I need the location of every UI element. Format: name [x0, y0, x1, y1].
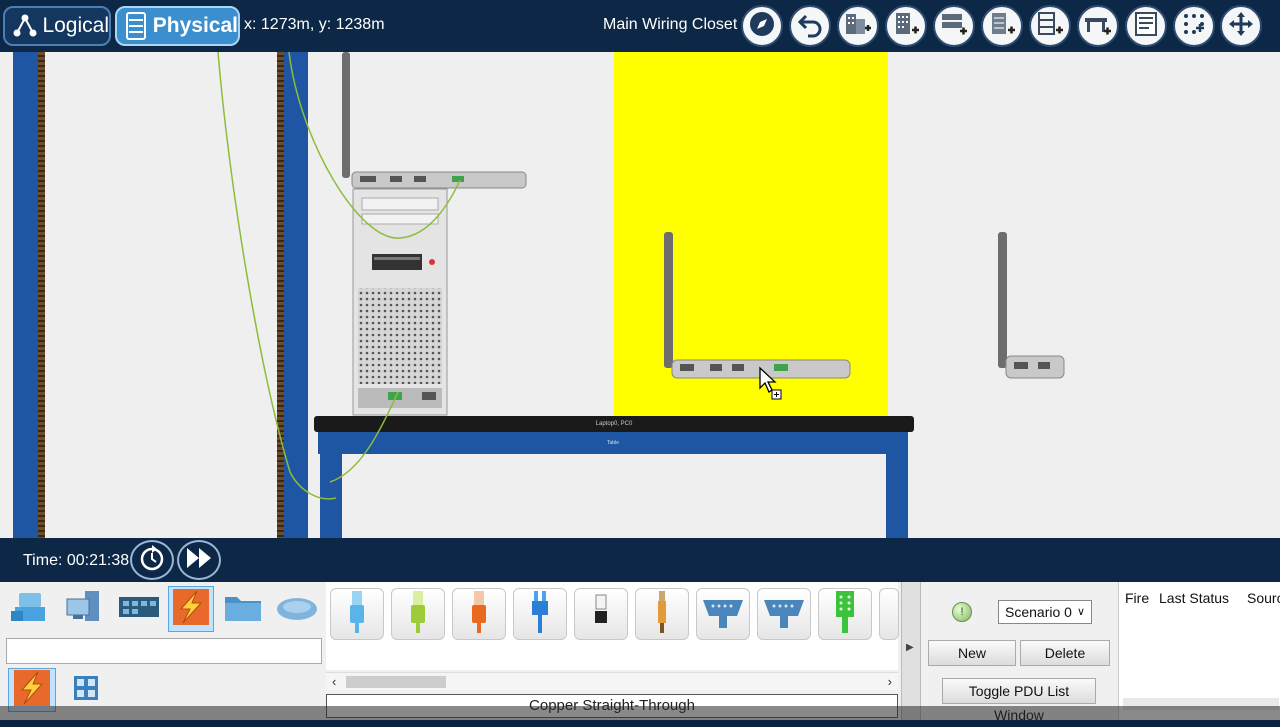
- category-multiuser[interactable]: [274, 586, 320, 632]
- new-city-icon: [891, 10, 921, 43]
- simulation-time: Time: 00:21:38: [23, 552, 130, 569]
- scenario-panel: ! Scenario 0 ∨ New Delete Toggle PDU Lis…: [922, 582, 1118, 723]
- reset-timer-icon: [137, 543, 167, 578]
- inventory-icon: [1132, 10, 1160, 43]
- cable-lines: [217, 52, 461, 500]
- cloud-icon: [275, 587, 319, 632]
- grid-icon: [1180, 10, 1208, 43]
- end-devices-icon: [63, 587, 107, 632]
- console-cable-icon: [347, 589, 367, 640]
- grid-squares-icon: [71, 673, 101, 708]
- cable-usb[interactable]: [879, 588, 899, 640]
- physical-label: Physical: [152, 14, 238, 37]
- folder-icon: [221, 587, 265, 632]
- device-panel: ‹ › Copper Straight-Through ▶ ! Scenario…: [0, 582, 1280, 723]
- column-source[interactable]: Source: [1247, 590, 1280, 606]
- new-table-icon: [1083, 10, 1113, 43]
- physical-rack-icon: [123, 12, 149, 40]
- scenario-value: Scenario 0: [1005, 604, 1072, 620]
- back-button[interactable]: [789, 5, 831, 47]
- scroll-left-icon[interactable]: ‹: [332, 673, 336, 691]
- new-shelf-button[interactable]: [1029, 5, 1071, 47]
- new-building-icon: [843, 10, 873, 43]
- cable-console[interactable]: [330, 588, 384, 640]
- new-shelf-icon: [1035, 10, 1065, 43]
- cursor-coordinates: x: 1273m, y: 1238m: [244, 16, 385, 33]
- video-controls-bar: [0, 706, 1280, 720]
- new-scenario-button[interactable]: New: [928, 640, 1016, 666]
- cross-over-cable-icon: [469, 589, 489, 640]
- new-rack-button[interactable]: [933, 5, 975, 47]
- components-icon: [117, 587, 161, 632]
- physical-workspace[interactable]: Laptop0, PC0 Table: [0, 52, 1280, 538]
- new-closet-button[interactable]: [981, 5, 1023, 47]
- grid-button[interactable]: [1173, 5, 1215, 47]
- mouse-cursor-icon: [758, 366, 788, 407]
- octal-cable-icon: [830, 589, 860, 640]
- delete-scenario-button[interactable]: Delete: [1020, 640, 1110, 666]
- serial-dce-cable-icon: [701, 592, 745, 637]
- move-button[interactable]: [1220, 5, 1262, 47]
- navigation-icon: [748, 10, 776, 43]
- serial-dte-cable-icon: [762, 592, 806, 637]
- category-connections[interactable]: [168, 586, 214, 632]
- category-network-devices[interactable]: [8, 586, 54, 632]
- column-fire[interactable]: Fire: [1125, 590, 1149, 606]
- cable-coaxial[interactable]: [635, 588, 689, 640]
- scrollbar-thumb[interactable]: [346, 676, 446, 688]
- phone-cable-icon: [591, 589, 611, 640]
- panel-splitter[interactable]: ▶: [901, 582, 921, 720]
- coaxial-cable-icon: [655, 589, 669, 640]
- logical-label: Logical: [42, 14, 109, 37]
- logical-view-button[interactable]: Logical: [3, 6, 111, 46]
- column-last-status[interactable]: Last Status: [1159, 590, 1229, 606]
- cable-copper-straight-through[interactable]: [391, 588, 445, 640]
- collapse-arrow-icon[interactable]: ▶: [906, 642, 914, 653]
- move-icon: [1227, 10, 1255, 43]
- cable-phone[interactable]: [574, 588, 628, 640]
- new-table-button[interactable]: [1077, 5, 1119, 47]
- category-end-devices[interactable]: [62, 586, 108, 632]
- physical-view-button[interactable]: Physical: [115, 6, 240, 46]
- network-devices-icon: [9, 587, 53, 632]
- pdu-status-icon: !: [952, 602, 972, 622]
- current-location: Main Wiring Closet: [603, 16, 738, 33]
- new-rack-icon: [939, 10, 969, 43]
- category-miscellaneous[interactable]: [220, 586, 266, 632]
- lightning-bolt-icon: [171, 587, 211, 632]
- cable-type-list: [326, 582, 899, 670]
- fast-forward-button[interactable]: [177, 540, 221, 580]
- scroll-right-icon[interactable]: ›: [888, 673, 892, 691]
- cable-fiber[interactable]: [513, 588, 567, 640]
- new-city-button[interactable]: [885, 5, 927, 47]
- cable-list-scrollbar[interactable]: ‹ ›: [326, 672, 898, 690]
- toggle-pdu-list-button[interactable]: Toggle PDU List Window: [942, 678, 1096, 723]
- power-cycle-button[interactable]: [130, 540, 174, 580]
- cable-copper-cross-over[interactable]: [452, 588, 506, 640]
- cable-octal[interactable]: [818, 588, 872, 640]
- pdu-list-table: Fire Last Status Source: [1118, 582, 1280, 720]
- new-building-button[interactable]: [837, 5, 879, 47]
- category-components[interactable]: [116, 586, 162, 632]
- simulation-time-bar: Time: 00:21:38: [0, 538, 1280, 582]
- logical-topology-icon: [11, 12, 38, 40]
- fast-forward-icon: [184, 546, 214, 575]
- new-closet-icon: [987, 10, 1017, 43]
- device-search-input[interactable]: [6, 638, 322, 664]
- chevron-down-icon: ∨: [1076, 606, 1085, 618]
- straight-through-cable-icon: [408, 589, 428, 640]
- top-toolbar: Logical Physical x: 1273m, y: 1238m Main…: [0, 0, 1280, 52]
- scenario-dropdown[interactable]: Scenario 0 ∨: [998, 600, 1092, 624]
- inventory-button[interactable]: [1125, 5, 1167, 47]
- cable-serial-dce[interactable]: [696, 588, 750, 640]
- navigation-button[interactable]: [741, 5, 783, 47]
- back-icon: [796, 10, 824, 43]
- cable-serial-dte[interactable]: [757, 588, 811, 640]
- fiber-cable-icon: [528, 589, 552, 640]
